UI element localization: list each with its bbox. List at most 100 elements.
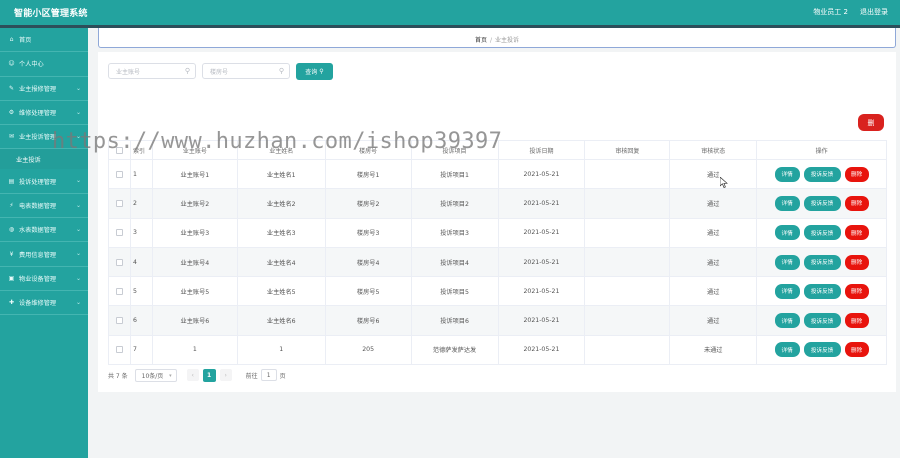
cell-idx: 3 [131, 218, 153, 247]
delete-button[interactable]: 删除 [844, 166, 869, 182]
delete-button[interactable]: 删除 [844, 254, 869, 270]
gear-icon: ⚙ [8, 109, 15, 117]
cell-item: 投诉项目4 [412, 247, 499, 277]
row-checkbox[interactable] [115, 229, 123, 237]
goto-page-input[interactable]: 1 [260, 369, 277, 381]
building-number-search-input[interactable]: 楼房号 ⚲ [202, 63, 290, 79]
logout-link[interactable]: 退出登录 [860, 7, 888, 17]
drop-icon: ◍ [8, 226, 15, 234]
complaint-feedback-button[interactable]: 投诉反馈 [803, 225, 841, 241]
complaint-feedback-button[interactable]: 投诉反馈 [803, 342, 841, 358]
cell-item: 投诉项目1 [412, 160, 499, 189]
cell-name: 业主姓名2 [238, 189, 326, 218]
cell-name: 1 [238, 335, 326, 365]
sidebar-item-label: 业主投诉管理 [19, 134, 57, 142]
breadcrumb-home[interactable]: 首页 [475, 37, 487, 44]
cell-date: 2021-05-21 [499, 189, 586, 218]
breadcrumb-separator: / [489, 37, 493, 44]
complaint-feedback-button[interactable]: 投诉反馈 [803, 254, 841, 270]
detail-button[interactable]: 详情 [774, 313, 800, 329]
cell-date: 2021-05-21 [499, 335, 586, 365]
delete-button[interactable]: 删除 [844, 313, 869, 329]
complaint-feedback-button[interactable]: 投诉反馈 [803, 313, 841, 329]
cell-building: 楼房号2 [326, 189, 412, 218]
delete-button[interactable]: 删除 [844, 225, 869, 241]
bolt-icon: ⚡ [9, 201, 14, 209]
sidebar-item[interactable]: ▣ 物业设备管理 ⌄ [0, 267, 88, 291]
complaint-feedback-button[interactable]: 投诉反馈 [803, 195, 841, 211]
header-cell: 业主账号 [153, 141, 238, 159]
cell-building: 205 [326, 335, 412, 365]
delete-button[interactable]: 删除 [844, 195, 869, 211]
user-icon: ☺ [8, 60, 15, 68]
content-panel: 业主账号 ⚲ 楼房号 ⚲ 查询 ⚲ 删 索引 业主账号 业主姓名 楼房号 投诉项目 投诉日… [98, 52, 896, 392]
page-number-button[interactable]: 1 [202, 368, 216, 382]
sidebar-item[interactable]: ✉ 业主投诉管理 ⌄ [0, 125, 88, 150]
row-checkbox[interactable] [115, 258, 123, 266]
cell-actions: 详情 投诉反馈 删除 [757, 218, 887, 247]
cell-idx: 5 [131, 277, 153, 306]
wrench-icon: ✎ [8, 84, 15, 92]
sidebar-item[interactable]: ▤ 投诉处理管理 ⌄ [0, 169, 88, 194]
detail-button[interactable]: 详情 [774, 166, 800, 182]
sidebar-item[interactable]: ✚ 设备维修管理 ⌄ [0, 291, 88, 316]
sidebar-item[interactable]: ◍ 水表数据管理 ⌄ [0, 218, 88, 243]
row-checkbox[interactable] [115, 317, 123, 325]
owner-account-search-input[interactable]: 业主账号 ⚲ [108, 63, 196, 79]
cell-date: 2021-05-21 [499, 306, 586, 335]
header-cell: 业主姓名 [238, 141, 326, 159]
sidebar-subitem-owner-complaint[interactable]: 业主投诉 [0, 149, 88, 170]
row-checkbox[interactable] [115, 287, 123, 295]
complaint-feedback-button[interactable]: 投诉反馈 [803, 166, 841, 182]
query-button-label: 查询 [305, 69, 318, 76]
batch-delete-button[interactable]: 删 [858, 114, 884, 131]
current-user[interactable]: 物业员工 2 [813, 7, 848, 17]
cell-item: 投诉项目5 [412, 277, 499, 306]
sidebar-item[interactable]: ⚙ 维修处理管理 ⌄ [0, 101, 88, 126]
select-all-checkbox[interactable] [115, 146, 123, 154]
detail-button[interactable]: 详情 [774, 225, 800, 241]
page-size-select[interactable]: 10条/页 ▾ [134, 368, 177, 382]
cell-reply [585, 277, 671, 306]
sidebar-item-label: 个人中心 [19, 61, 44, 69]
cell-status: 通过 [670, 189, 758, 218]
delete-button[interactable]: 删除 [844, 283, 869, 299]
cell-actions: 详情 投诉反馈 删除 [757, 335, 887, 365]
detail-button[interactable]: 详情 [774, 195, 800, 211]
table-row: 4 业主账号4 业主姓名4 楼房号4 投诉项目4 2021-05-21 通过 详情 投诉反馈 删除 [109, 247, 887, 278]
header-cell: 审核回复 [585, 141, 671, 159]
sidebar-item-label: 业主报修管理 [19, 85, 57, 93]
sidebar-item-label: 维修处理管理 [19, 110, 57, 118]
row-checkbox[interactable] [115, 170, 123, 178]
detail-button[interactable]: 详情 [774, 283, 800, 299]
cell-account: 1 [153, 335, 238, 365]
delete-button[interactable]: 删除 [844, 342, 869, 358]
cell-account: 业主账号4 [153, 247, 238, 277]
sidebar-item[interactable]: ¥ 费用信息管理 ⌄ [0, 242, 88, 267]
header-cell: 楼房号 [326, 141, 412, 159]
cell-name: 业主姓名3 [238, 218, 326, 247]
query-button[interactable]: 查询 ⚲ [296, 63, 333, 80]
table-row: 6 业主账号6 业主姓名6 楼房号6 投诉项目6 2021-05-21 通过 详情 投诉反馈 删除 [109, 306, 887, 336]
row-actions: 详情 投诉反馈 删除 [774, 283, 869, 299]
sidebar-item[interactable]: ⌂ 首页 [0, 28, 88, 53]
sidebar-item[interactable]: ✎ 业主报修管理 ⌄ [0, 77, 88, 101]
row-actions: 详情 投诉反馈 删除 [774, 225, 869, 241]
complaint-feedback-button[interactable]: 投诉反馈 [803, 283, 841, 299]
row-checkbox[interactable] [115, 346, 123, 354]
mouse-cursor-icon [720, 177, 728, 188]
row-checkbox[interactable] [115, 199, 123, 207]
prev-page-button[interactable]: ‹ [186, 369, 199, 381]
sidebar-item[interactable]: ☺ 个人中心 [0, 52, 88, 77]
sidebar-item[interactable]: ⚡ 电表数据管理 ⌄ [0, 194, 88, 219]
header-cell: 操作 [757, 141, 887, 159]
detail-button[interactable]: 详情 [774, 254, 800, 270]
row-select-cell [109, 218, 131, 247]
breadcrumb-container: 首页 / 业主投诉 [98, 28, 896, 48]
row-actions: 详情 投诉反馈 删除 [774, 166, 869, 182]
header-cell: 索引 [131, 141, 153, 159]
next-page-button[interactable]: › [219, 369, 232, 381]
chevron-left-icon: ‹ [191, 371, 194, 379]
cell-item: 投诉项目2 [412, 189, 499, 218]
detail-button[interactable]: 详情 [774, 342, 800, 358]
